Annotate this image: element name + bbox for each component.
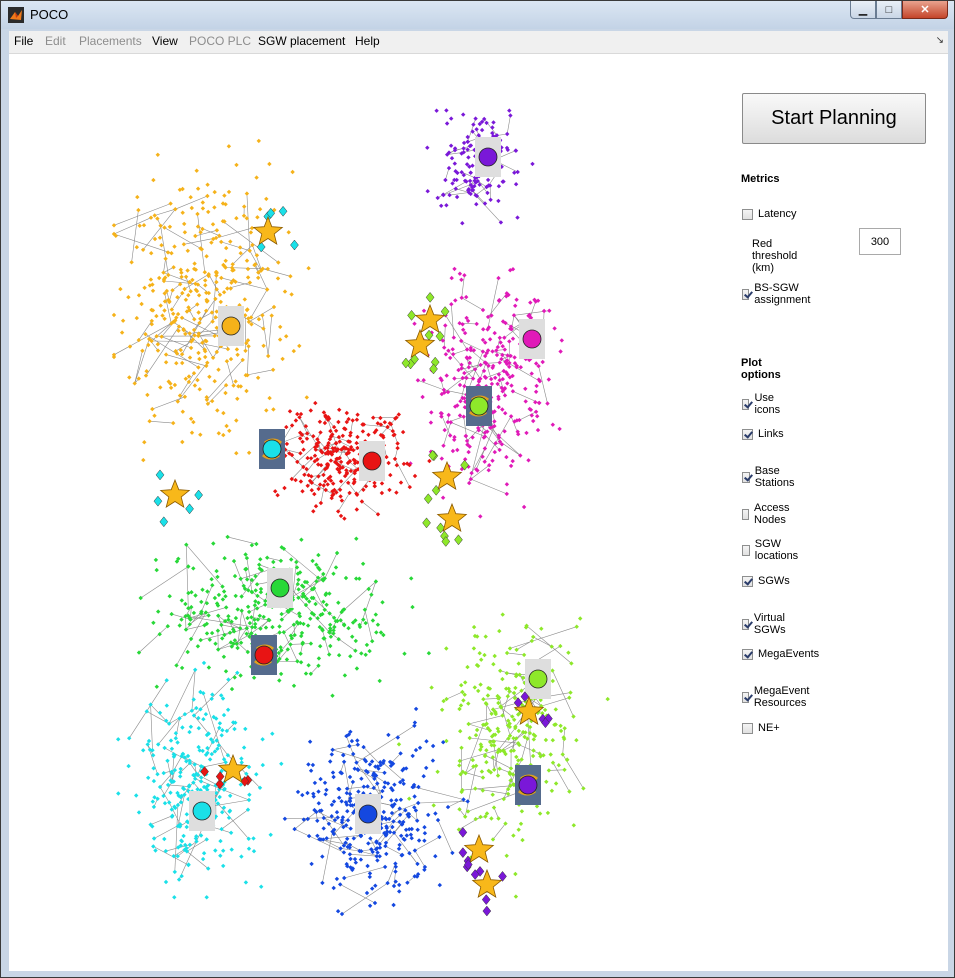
menu-placements[interactable]: Placements: [79, 34, 142, 48]
access-nodes-checkbox[interactable]: Access Nodes: [742, 502, 793, 526]
checkbox-box[interactable]: [742, 722, 753, 734]
sgws-label: SGWs: [758, 575, 790, 587]
checkbox-box[interactable]: [742, 691, 749, 703]
sgw-icon: [267, 568, 293, 608]
checkbox-box[interactable]: [742, 428, 753, 440]
use-icons-checkbox[interactable]: Use icons: [742, 392, 784, 416]
virtual-sgw-icon: [466, 386, 492, 426]
megaevent-star-icon: [252, 215, 284, 245]
checkbox-box[interactable]: [742, 575, 753, 587]
sgw-icon: [355, 794, 381, 834]
dock-arrow-icon[interactable]: ↘: [936, 35, 944, 46]
virtual-sgws-checkbox[interactable]: Virtual SGWs: [742, 612, 790, 636]
menu-file[interactable]: File: [14, 34, 33, 48]
access-nodes-label: Access Nodes: [754, 502, 790, 526]
menu-edit[interactable]: Edit: [45, 34, 66, 48]
sgw-icon: [475, 137, 501, 177]
sgws-checkbox[interactable]: SGWs: [742, 575, 790, 587]
sgw-icon: [525, 659, 551, 699]
start-planning-button[interactable]: Start Planning: [742, 93, 926, 144]
latency-checkbox[interactable]: Latency: [742, 208, 797, 220]
megaevent-resources-checkbox[interactable]: MegaEvent Resources: [742, 685, 814, 709]
sgw-icon: [218, 306, 244, 346]
links-label: Links: [758, 428, 784, 440]
virtual-sgw-icon: [515, 765, 541, 805]
base-stations-label: Base Stations: [754, 465, 795, 489]
megaevent-star-icon: [431, 460, 463, 490]
megaevent-star-icon: [159, 478, 191, 508]
virtual-sgw-icon: [259, 429, 285, 469]
menu-sgw-placement[interactable]: SGW placement: [258, 34, 345, 48]
megaevents-label: MegaEvents: [758, 648, 820, 660]
window-controls: ▁ □ ✕: [850, 1, 948, 20]
menu-help[interactable]: Help: [355, 34, 380, 48]
checkbox-box[interactable]: [742, 288, 750, 300]
virtual-sgw-icon: [251, 635, 277, 675]
menu-poco-plc[interactable]: POCO PLC: [189, 34, 251, 48]
megaevent-resources-label: MegaEvent Resources: [753, 685, 810, 709]
app-window: POCO ▁ □ ✕ File Edit Placements View POC…: [0, 0, 955, 978]
checkbox-box[interactable]: [742, 618, 749, 630]
checkbox-box[interactable]: [742, 471, 750, 483]
sgw-icon: [359, 441, 385, 481]
checkbox-box[interactable]: [742, 508, 750, 520]
base-stations-checkbox[interactable]: Base Stations: [742, 465, 798, 489]
bs-sgw-assignment-checkbox[interactable]: BS-SGW assignment: [742, 282, 814, 306]
red-threshold-input[interactable]: 300: [859, 228, 901, 255]
network-map[interactable]: [9, 54, 709, 971]
sgw-locations-label: SGW locations: [754, 538, 799, 562]
window-title: POCO: [30, 7, 69, 22]
figure-area: Start Planning Metrics Latency Red thres…: [9, 53, 948, 971]
sgw-icon: [189, 791, 215, 831]
title-bar[interactable]: POCO ▁ □ ✕: [1, 1, 954, 29]
bs-sgw-assignment-label: BS-SGW assignment: [754, 282, 811, 306]
checkbox-box[interactable]: [742, 398, 750, 410]
maximize-button[interactable]: □: [876, 1, 902, 19]
minimize-button[interactable]: ▁: [850, 1, 876, 19]
matlab-logo-icon: [8, 7, 24, 23]
sgw-locations-checkbox[interactable]: SGW locations: [742, 538, 801, 562]
close-button[interactable]: ✕: [902, 1, 948, 19]
plot-options-heading: Plot options: [741, 357, 781, 381]
megaevent-resources: [401, 353, 440, 375]
menu-view[interactable]: View: [152, 34, 178, 48]
red-threshold-label: Red threshold (km): [752, 238, 798, 274]
metrics-heading: Metrics: [741, 173, 780, 185]
menu-bar: File Edit Placements View POCO PLC SGW p…: [9, 31, 948, 53]
sgw-icon: [519, 319, 545, 359]
megaevent-star-icon: [414, 303, 446, 333]
links-checkbox[interactable]: Links: [742, 428, 784, 440]
checkbox-box[interactable]: [742, 648, 753, 660]
megaevents-checkbox[interactable]: MegaEvents: [742, 648, 819, 660]
use-icons-label: Use icons: [754, 392, 781, 416]
checkbox-box[interactable]: [742, 544, 750, 556]
ne-label: NE+: [758, 722, 780, 734]
checkbox-box[interactable]: [742, 208, 753, 220]
ne-checkbox[interactable]: NE+: [742, 722, 780, 734]
latency-label: Latency: [758, 208, 797, 220]
virtual-sgws-label: Virtual SGWs: [753, 612, 786, 636]
